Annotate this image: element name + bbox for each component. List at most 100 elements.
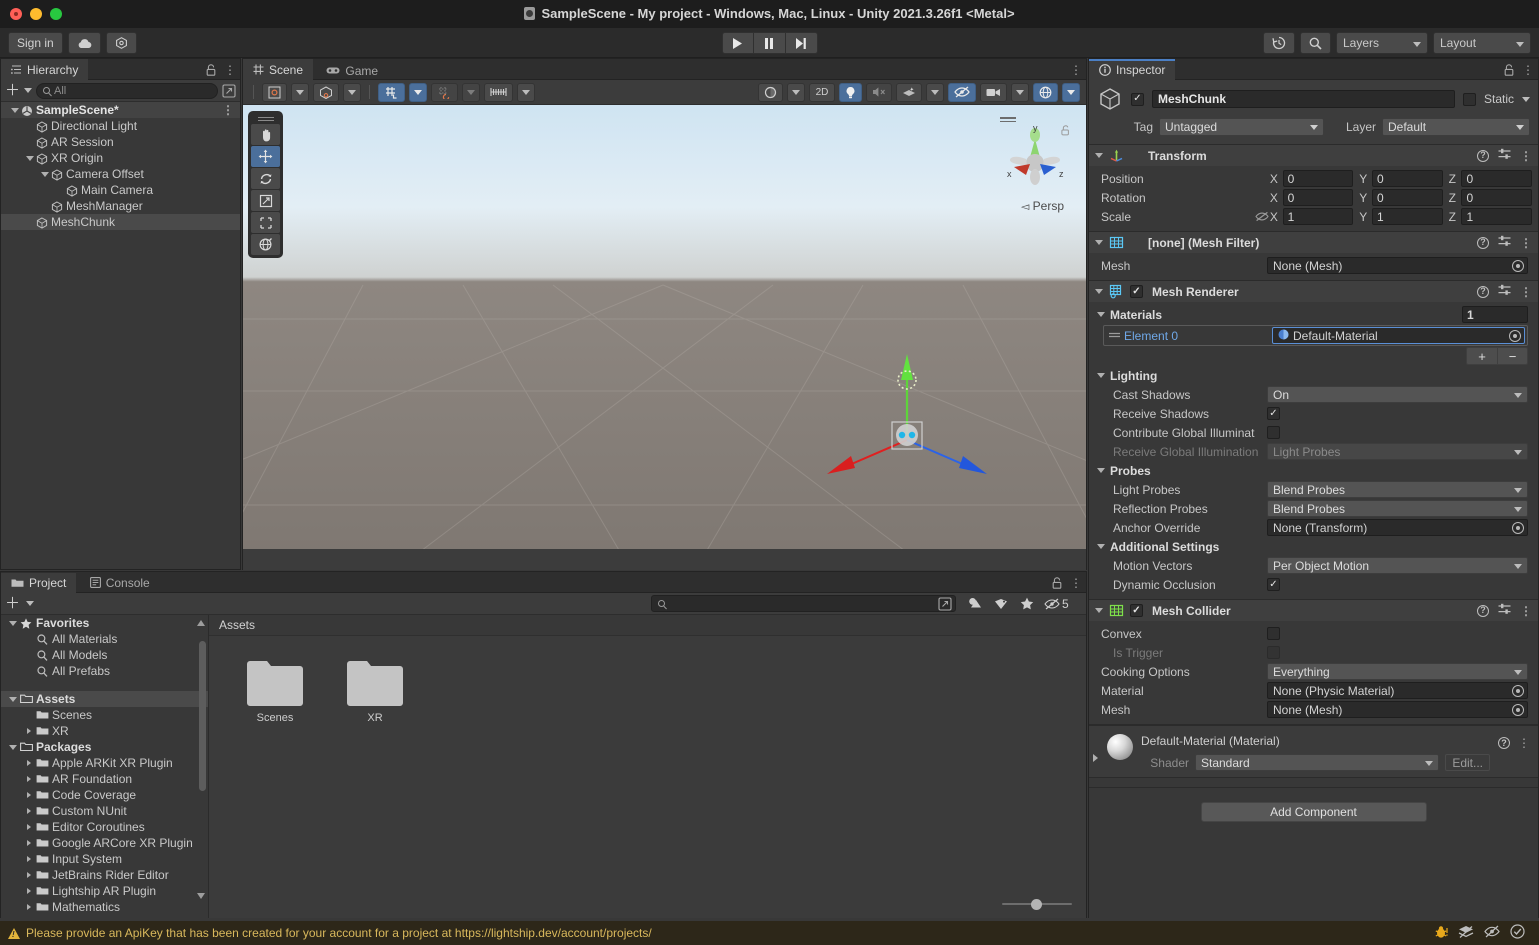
object-picker-icon[interactable] [1509,330,1521,342]
grid-visibility-toggle[interactable] [431,82,458,102]
checkbox-is-trigger[interactable] [1267,646,1280,659]
help-icon[interactable]: ? [1477,236,1489,249]
field-rotation-z[interactable]: 0 [1461,189,1532,206]
hierarchy-item-xr-origin[interactable]: XR Origin [1,150,240,166]
transform-tool[interactable] [251,234,280,255]
effects-toggle[interactable] [896,82,922,102]
disclosure-arrow[interactable] [23,760,35,766]
disclosure-arrow[interactable] [7,620,19,626]
lock-icon[interactable] [206,63,216,76]
project-tree-item-code-coverage[interactable]: Code Coverage [1,787,208,803]
hidden-objects-toggle[interactable] [948,82,976,102]
kebab-menu-icon[interactable]: ⋮ [1070,63,1082,77]
component-foldout-arrow[interactable] [1095,608,1103,613]
project-tree-item-newtonsoft-json[interactable]: Newtonsoft Json [1,915,208,918]
disclosure-arrow[interactable] [7,744,19,750]
field-reflection-probes[interactable]: Blend Probes [1267,500,1528,517]
hierarchy-item-meshchunk[interactable]: MeshChunk [1,214,240,230]
lock-icon[interactable] [1504,63,1514,76]
component-header[interactable]: ✓ Mesh Renderer? ⋮ [1089,281,1538,302]
project-tree-item-custom-nunit[interactable]: Custom NUnit [1,803,208,819]
project-tree-item-lightship-ar-plugin[interactable]: Lightship AR Plugin [1,883,208,899]
field-motion-vectors[interactable]: Per Object Motion [1267,557,1528,574]
kebab-menu-icon[interactable]: ⋮ [1070,576,1082,590]
camera-settings[interactable] [980,82,1007,102]
draw-mode-dropdown[interactable] [758,82,783,102]
draw-mode-caret[interactable] [787,82,805,102]
tag-dropdown[interactable]: Untagged [1159,118,1324,136]
field-rotation-x[interactable]: 0 [1282,189,1354,206]
disclosure-arrow[interactable] [23,904,35,910]
component-foldout-arrow[interactable] [1095,240,1103,245]
static-checkbox[interactable] [1462,92,1476,106]
project-tree-item-jetbrains-rider-editor[interactable]: JetBrains Rider Editor [1,867,208,883]
pivot-rotation-toggle[interactable] [262,82,287,102]
field-material[interactable]: None (Physic Material) [1267,682,1528,699]
hierarchy-item-samplescene[interactable]: SampleScene* ⋮ [1,102,240,118]
project-tree-item-xr[interactable]: XR [1,723,208,739]
foldout-additional-settings[interactable]: Additional Settings [1095,537,1532,556]
add-component-button[interactable]: Add Component [1200,802,1427,822]
foldout-arrow[interactable] [1097,544,1105,549]
component-enabled-checkbox[interactable]: ✓ [1130,285,1143,298]
component-enabled-checkbox[interactable]: ✓ [1130,604,1143,617]
object-picker-icon[interactable] [1512,704,1524,716]
create-asset-button[interactable]: ＋ [5,596,20,611]
remove-element-button[interactable]: − [1497,348,1527,364]
eye-off-icon[interactable] [1484,925,1500,941]
disclosure-arrow[interactable] [23,728,35,734]
foldout-lighting[interactable]: Lighting [1095,366,1532,385]
cloud-icon[interactable] [67,32,101,54]
field-scale-z[interactable]: 1 [1461,208,1532,225]
edit-shader-button[interactable]: Edit... [1445,754,1490,771]
step-button[interactable] [785,32,818,54]
shader-dropdown[interactable]: Standard [1195,754,1440,771]
field-position-z[interactable]: 0 [1461,170,1532,187]
create-object-button[interactable]: ＋ [5,83,20,98]
chevron-down-icon[interactable] [26,601,35,606]
project-tree-item-google-arcore-xr-plugin[interactable]: Google ARCore XR Plugin [1,835,208,851]
scroll-down-arrow[interactable] [196,890,206,900]
project-tree-item-scenes[interactable]: Scenes [1,707,208,723]
move-tool[interactable] [251,146,280,167]
help-icon[interactable]: ? [1498,737,1510,749]
array-size-field[interactable]: 1 [1462,306,1528,323]
field-position-x[interactable]: 0 [1282,170,1354,187]
help-icon[interactable]: ? [1477,604,1489,617]
sign-in-button[interactable]: Sign in [8,32,63,54]
gameobject-enabled-checkbox[interactable]: ✓ [1131,92,1144,106]
gizmos-toggle[interactable] [1033,82,1058,102]
tab-scene[interactable]: Scene [243,59,314,80]
preset-icon[interactable] [1498,603,1511,618]
static-dropdown-icon[interactable] [1522,96,1530,102]
kebab-menu-icon[interactable]: ⋮ [1520,604,1532,618]
scale-tool[interactable] [251,190,280,211]
disclosure-arrow[interactable] [24,155,36,161]
help-icon[interactable]: ? [1477,285,1489,298]
project-tree-item-packages[interactable]: Packages [1,739,208,755]
kebab-menu-icon[interactable]: ⋮ [1520,236,1532,250]
lighting-toggle[interactable] [839,82,862,102]
disclosure-arrow[interactable] [23,856,35,862]
scene-orientation-gizmo[interactable]: x z y ◅ Persp [992,111,1078,213]
preset-icon[interactable] [1498,284,1511,299]
asset-item-xr[interactable]: XR [337,660,413,724]
field-rotation-y[interactable]: 0 [1372,189,1443,206]
move-gizmo[interactable] [799,328,1019,488]
field-mesh[interactable]: None (Mesh) [1267,701,1528,718]
gizmos-dropdown[interactable] [1062,82,1080,102]
bug-icon[interactable] [1434,925,1448,942]
tab-inspector[interactable]: Inspector [1089,59,1176,80]
project-tree-item-all-materials[interactable]: All Materials [1,631,208,647]
hand-tool[interactable] [251,124,280,145]
scene-viewport[interactable]: x z y ◅ Persp [243,105,1086,570]
snap-increment-dropdown[interactable] [517,82,535,102]
disclosure-arrow[interactable] [23,824,35,830]
foldout-arrow[interactable] [1097,312,1105,317]
field-light-probes[interactable]: Blend Probes [1267,481,1528,498]
foldout-arrow[interactable] [1097,373,1105,378]
object-picker-icon[interactable] [1512,260,1524,272]
project-tree-item-favorites[interactable]: Favorites [1,615,208,631]
foldout-arrow[interactable] [1097,468,1105,473]
preset-icon[interactable] [1498,148,1511,163]
